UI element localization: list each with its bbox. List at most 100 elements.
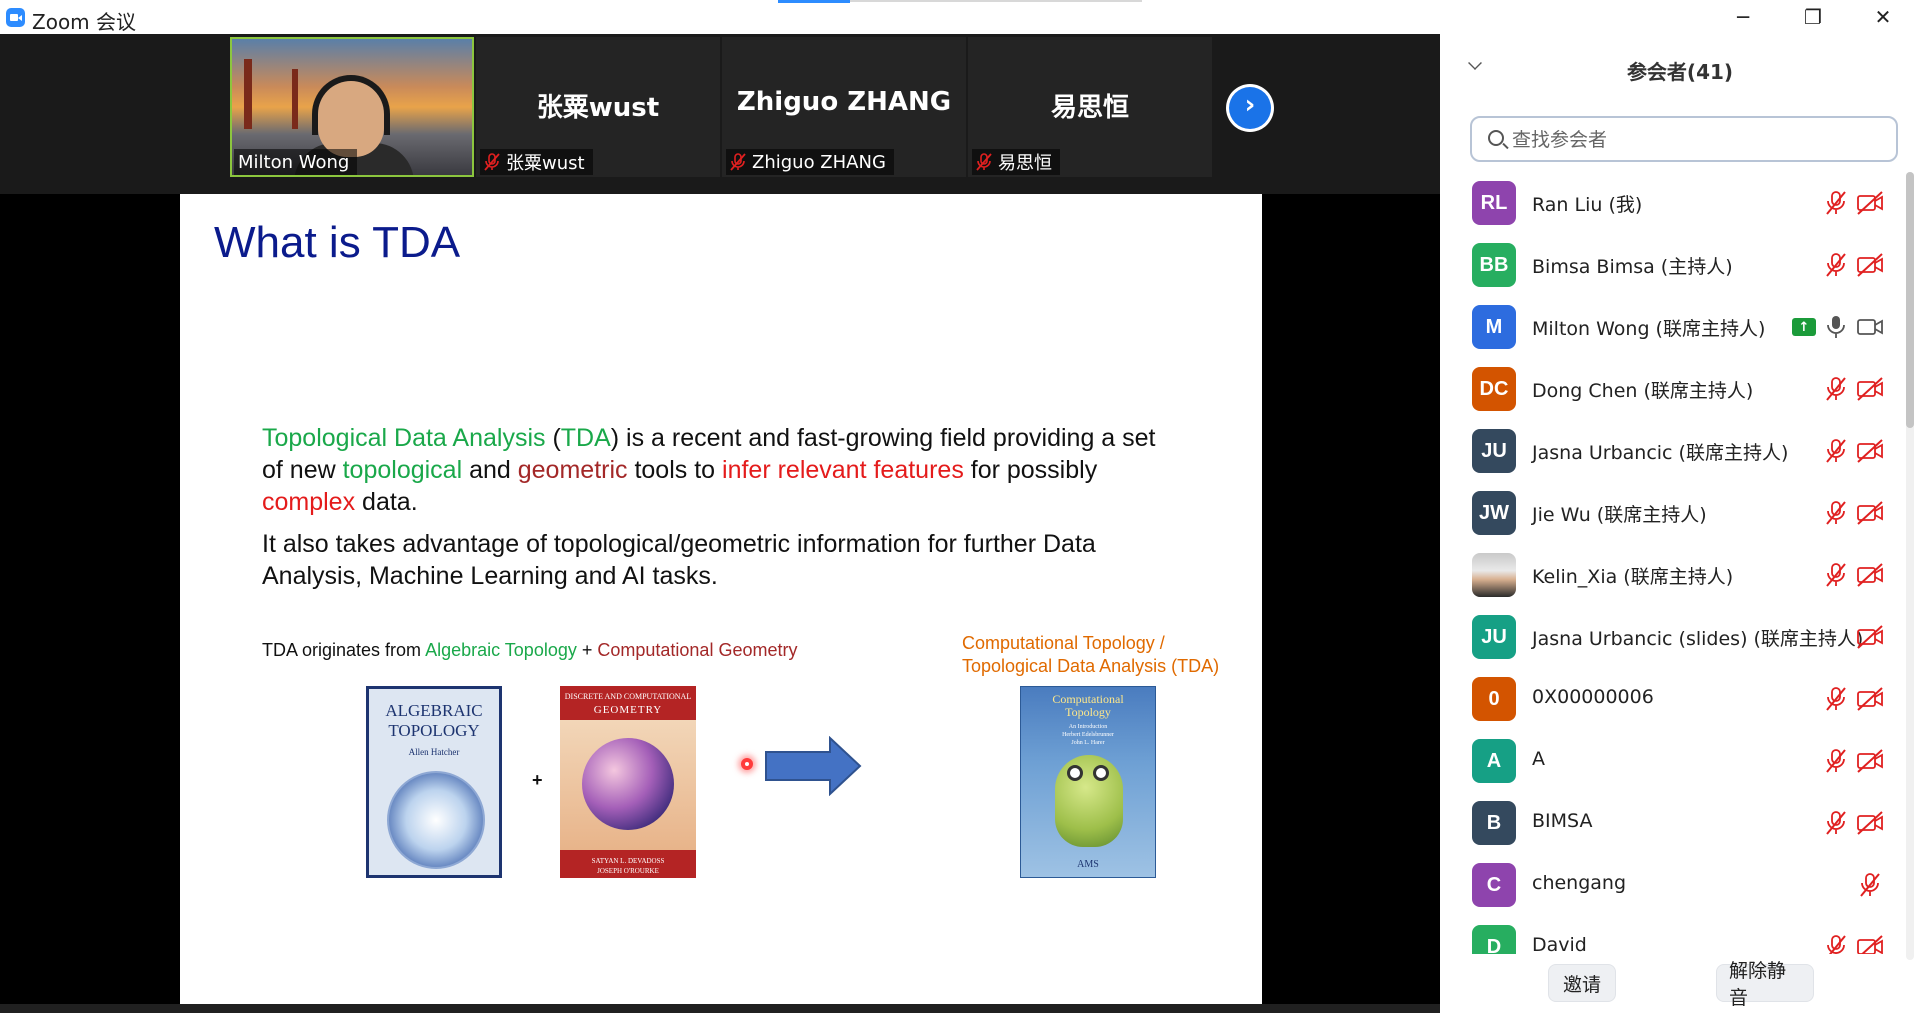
close-button[interactable]: ✕ (1848, 0, 1918, 34)
camera-off-icon[interactable] (1856, 686, 1884, 712)
participant-row[interactable]: RL Ran Liu (我) (1440, 172, 1902, 234)
laser-pointer (741, 758, 753, 770)
mic-muted-icon[interactable] (1822, 934, 1850, 954)
slide-title: What is TDA (214, 218, 461, 267)
video-tile[interactable]: 张粟wust 张粟wust (476, 37, 720, 177)
video-name-tag: Zhiguo ZHANG (726, 149, 894, 175)
participant-row[interactable]: Kelin_Xia (联席主持人) (1440, 544, 1902, 606)
share-screen-icon: ↑ (1792, 318, 1816, 336)
slide-origin-line: TDA originates from Algebraic Topology +… (262, 640, 798, 660)
minimize-button[interactable]: ─ (1708, 0, 1778, 34)
avatar: BB (1472, 243, 1516, 287)
participant-name: A (1532, 748, 1545, 770)
spiral-ornament (387, 771, 485, 869)
panel-title: 参会者(41) (1626, 60, 1734, 84)
mic-muted-icon[interactable] (1822, 376, 1850, 402)
mic-muted-icon[interactable] (1822, 748, 1850, 774)
bottom-bar (0, 1004, 1440, 1013)
video-tile[interactable]: Zhiguo ZHANG Zhiguo ZHANG (722, 37, 966, 177)
plus-sign: + (532, 770, 543, 790)
camera-off-icon[interactable] (1856, 624, 1884, 650)
video-tile[interactable]: 易思恒 易思恒 (968, 37, 1212, 177)
participant-name: Jasna Urbancic (slides) (联席主持人) (1532, 628, 1864, 650)
avatar: JW (1472, 491, 1516, 535)
camera-icon[interactable] (1856, 314, 1884, 340)
participant-name: Milton Wong (联席主持人) (1532, 318, 1766, 340)
video-name-tag: Milton Wong (234, 149, 358, 175)
participant-name: 0X00000006 (1532, 686, 1654, 708)
camera-off-icon[interactable] (1856, 438, 1884, 464)
participant-row[interactable]: B BIMSA (1440, 792, 1902, 854)
monster-illustration (1055, 755, 1123, 847)
avatar: B (1472, 801, 1516, 845)
restore-button[interactable]: ❐ (1778, 0, 1848, 34)
participant-row[interactable]: AA (1440, 730, 1902, 792)
avatar: JU (1472, 615, 1516, 659)
camera-off-icon[interactable] (1856, 562, 1884, 588)
participants-panel: 参会者(41) RL Ran Liu (我) BB Bimsa Bimsa (主持人)… (1440, 34, 1920, 1013)
camera-off-icon[interactable] (1856, 190, 1884, 216)
participant-name: chengang (1532, 872, 1627, 894)
mic-muted-icon[interactable] (1822, 810, 1850, 836)
arrow-right-icon (765, 736, 862, 796)
book-computational-topology: Computational Topology An Introduction Her… (1020, 686, 1156, 878)
mic-muted-icon[interactable] (1822, 252, 1850, 278)
mic-muted-icon[interactable] (1822, 500, 1850, 526)
participant-row[interactable]: Cchengang (1440, 854, 1902, 916)
camera-off-icon[interactable] (1856, 500, 1884, 526)
next-page-button[interactable]: › (1226, 84, 1274, 132)
scrollbar[interactable] (1906, 172, 1914, 960)
search-box[interactable] (1470, 116, 1898, 162)
participant-row[interactable]: JU Jasna Urbancic (slides) (联席主持人) (1440, 606, 1902, 668)
mic-muted-icon (976, 153, 992, 171)
chevron-right-icon: › (1244, 90, 1256, 120)
camera-off-icon[interactable] (1856, 934, 1884, 954)
camera-off-icon[interactable] (1856, 376, 1884, 402)
participant-name: Jasna Urbancic (联席主持人) (1532, 442, 1789, 464)
participant-name: David (1532, 934, 1587, 954)
video-tile-milton-wong[interactable]: Milton Wong (230, 37, 474, 177)
avatar: JU (1472, 429, 1516, 473)
participant-name: Jie Wu (联席主持人) (1532, 504, 1707, 526)
video-strip: Milton Wong 张粟wust 张粟wust Zhiguo ZHANG Z… (0, 34, 1440, 194)
camera-off-icon[interactable] (1856, 252, 1884, 278)
video-tile-name: 张粟wust (536, 93, 660, 123)
panel-header: 参会者(41) (1440, 34, 1920, 104)
avatar: 0 (1472, 677, 1516, 721)
participant-row[interactable]: 0 0X00000006 (1440, 668, 1902, 730)
participant-row[interactable]: BB Bimsa Bimsa (主持人) (1440, 234, 1902, 296)
mic-muted-icon (730, 153, 746, 171)
search-icon (1488, 130, 1504, 146)
mic-icon[interactable] (1822, 314, 1850, 340)
mic-muted-icon[interactable] (1856, 872, 1884, 898)
mic-muted-icon (484, 153, 500, 171)
participant-row[interactable]: JU Jasna Urbancic (联席主持人) (1440, 420, 1902, 482)
participant-name: Bimsa Bimsa (主持人) (1532, 256, 1733, 278)
participant-search-input[interactable] (1512, 126, 1882, 154)
mic-muted-icon[interactable] (1822, 438, 1850, 464)
participant-row[interactable]: DC Dong Chen (联席主持人) (1440, 358, 1902, 420)
camera-off-icon[interactable] (1856, 810, 1884, 836)
participant-row[interactable]: D David (1440, 916, 1902, 954)
participant-list: RL Ran Liu (我) BB Bimsa Bimsa (主持人) M Milton … (1440, 172, 1902, 954)
unmute-button[interactable]: 解除静音 (1716, 960, 1814, 1009)
video-tile-name: Zhiguo ZHANG (736, 87, 952, 117)
mic-muted-icon[interactable] (1822, 562, 1850, 588)
participant-row[interactable]: JW Jie Wu (联席主持人) (1440, 482, 1902, 544)
scrollbar-thumb[interactable] (1906, 172, 1914, 428)
slide-paragraph-1: Topological Data Analysis (TDA) is a rec… (262, 424, 1156, 516)
participant-name: Dong Chen (联席主持人) (1532, 380, 1754, 402)
mic-muted-icon[interactable] (1822, 686, 1850, 712)
mic-muted-icon[interactable] (1822, 190, 1850, 216)
avatar: RL (1472, 181, 1516, 225)
avatar: DC (1472, 367, 1516, 411)
book-computational-geometry: DISCRETE AND COMPUTATIONAL GEOMETRY SATY… (560, 686, 696, 878)
zoom-app-icon (6, 8, 25, 27)
headset-icon (312, 75, 390, 135)
camera-off-icon[interactable] (1856, 748, 1884, 774)
invite-button[interactable]: 邀请 (1548, 964, 1616, 1002)
video-name-tag: 易思恒 (972, 149, 1060, 175)
participant-row[interactable]: M Milton Wong (联席主持人) ↑ (1440, 296, 1902, 358)
avatar-photo (1472, 553, 1516, 597)
avatar: M (1472, 305, 1516, 349)
